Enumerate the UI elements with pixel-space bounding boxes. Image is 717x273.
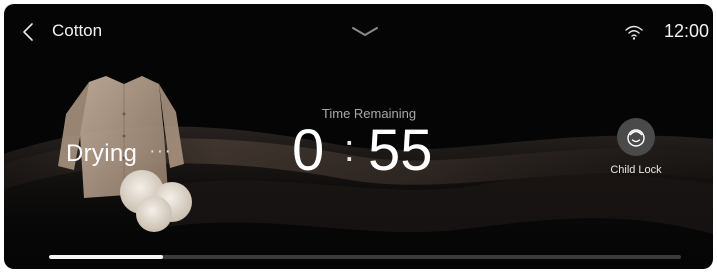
time-remaining-hours: 0 [292, 118, 325, 183]
child-lock-icon-circle [617, 118, 655, 156]
child-lock-icon [627, 129, 645, 147]
cycle-progress-dots: ··· [149, 140, 172, 162]
washer-display-screen: Cotton 12:00 Drying ··· Time Remaining 0… [4, 4, 713, 269]
collapse-button[interactable] [347, 24, 383, 40]
chevron-left-icon [23, 23, 33, 41]
child-lock-label: Child Lock [610, 164, 662, 176]
back-button[interactable] [18, 20, 38, 44]
program-name: Cotton [52, 21, 103, 40]
wifi-icon [625, 25, 643, 40]
time-remaining-minutes: 55 [368, 118, 433, 183]
cycle-status: Drying [66, 140, 138, 167]
chevron-down-icon [352, 27, 378, 36]
cycle-progress-fill [49, 255, 163, 259]
time-separator: : [344, 128, 355, 170]
cycle-progress-bar [49, 255, 681, 259]
child-lock-button[interactable]: Child Lock [600, 116, 672, 180]
clock: 12:00 [664, 21, 710, 41]
